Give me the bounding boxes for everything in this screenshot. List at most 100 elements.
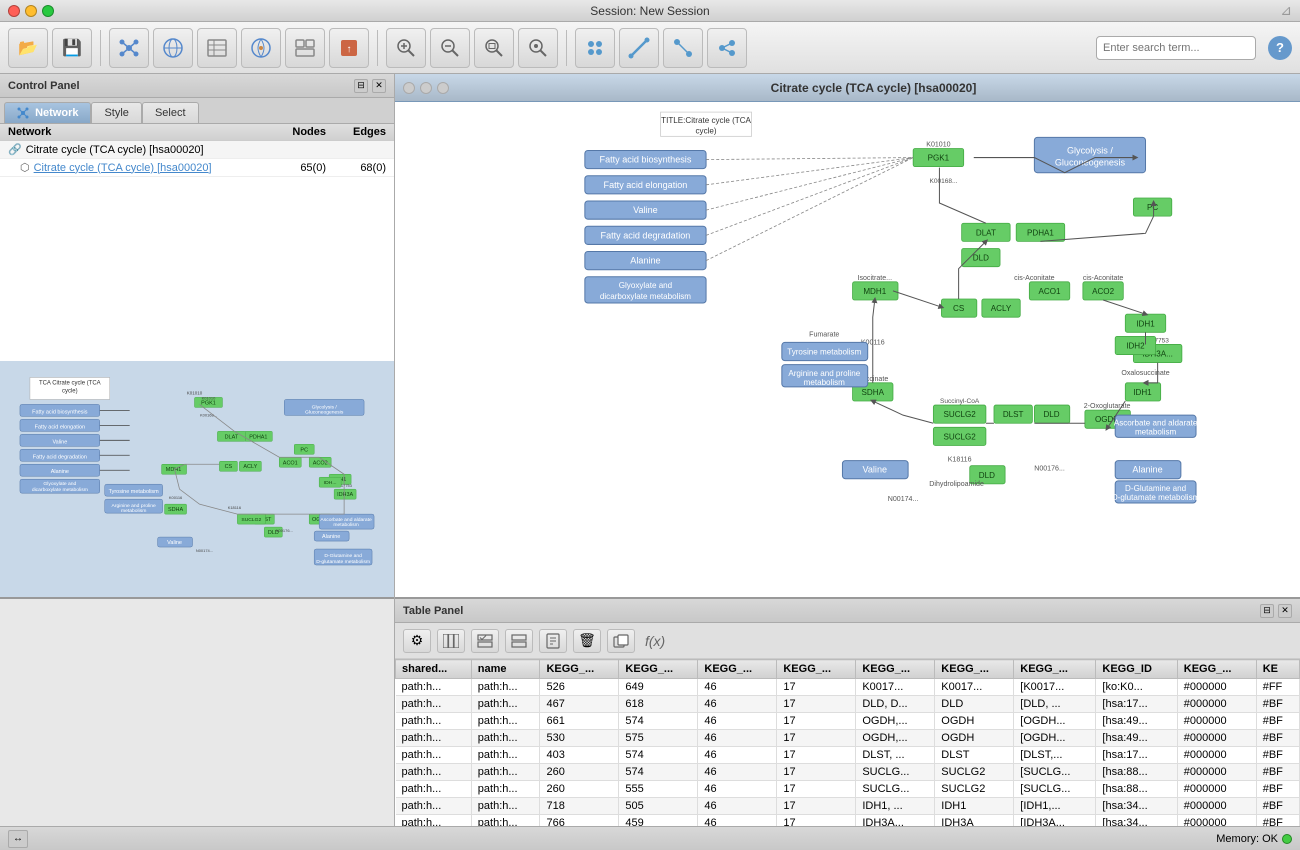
layout-button[interactable] xyxy=(285,28,325,68)
status-left-btn[interactable]: ↔ xyxy=(8,830,28,848)
svg-text:SDHA: SDHA xyxy=(862,388,885,397)
svg-text:Valine: Valine xyxy=(633,205,658,215)
table-deselect-btn[interactable] xyxy=(505,629,533,653)
network-canvas[interactable]: TITLE:Citrate cycle (TCA cycle) Glycolys… xyxy=(395,102,1300,597)
col-kegg5[interactable]: KEGG_... xyxy=(856,660,935,679)
table-cell: 46 xyxy=(698,781,777,798)
select-edges-btn[interactable] xyxy=(619,28,659,68)
table-cell: path:h... xyxy=(396,713,472,730)
table-cell: #000000 xyxy=(1177,696,1256,713)
table-wrapper[interactable]: shared... name KEGG_... KEGG_... KEGG_..… xyxy=(395,659,1300,826)
zoom-fit-button[interactable] xyxy=(474,28,514,68)
window-buttons[interactable] xyxy=(8,5,54,17)
tab-network[interactable]: Network xyxy=(4,102,91,123)
col-nodes-header: Nodes xyxy=(266,126,326,138)
table-settings-btn[interactable]: ⚙ xyxy=(403,629,431,653)
table-cell: 17 xyxy=(777,747,856,764)
mini-network[interactable]: TCA Citrate cycle (TCA cycle) Fatty acid… xyxy=(0,361,394,597)
table-cell: path:h... xyxy=(396,764,472,781)
table-cell: [IDH1,... xyxy=(1014,798,1096,815)
tab-style[interactable]: Style xyxy=(91,102,141,123)
col-kegg-id[interactable]: KEGG_ID xyxy=(1096,660,1177,679)
svg-text:SUCLG2: SUCLG2 xyxy=(943,432,976,441)
table-cell: [hsa:34... xyxy=(1096,798,1177,815)
col-kegg2[interactable]: KEGG_... xyxy=(619,660,698,679)
tab-select[interactable]: Select xyxy=(142,102,199,123)
col-name[interactable]: name xyxy=(471,660,540,679)
col-shared[interactable]: shared... xyxy=(396,660,472,679)
table-panel-minimize-btn[interactable]: ⊟ xyxy=(1260,604,1274,618)
table-cell: 17 xyxy=(777,679,856,696)
svg-text:K00116: K00116 xyxy=(169,495,183,500)
table-cell: 17 xyxy=(777,781,856,798)
zoom-full-button[interactable] xyxy=(518,28,558,68)
select-nodes-btn[interactable] xyxy=(575,28,615,68)
col-kegg6[interactable]: KEGG_... xyxy=(935,660,1014,679)
table-select-btn[interactable] xyxy=(471,629,499,653)
save-button[interactable]: 💾 xyxy=(52,28,92,68)
tab-network-label: Network xyxy=(35,107,78,119)
network-item-name[interactable]: Citrate cycle (TCA cycle) [hsa00020] xyxy=(34,162,266,174)
close-button[interactable] xyxy=(8,5,20,17)
search-input[interactable] xyxy=(1096,36,1256,60)
col-kegg1[interactable]: KEGG_... xyxy=(540,660,619,679)
select-both-btn[interactable] xyxy=(663,28,703,68)
svg-text:K00168...: K00168... xyxy=(200,412,217,417)
control-panel: Control Panel ⊟ ✕ Network Style xyxy=(0,74,394,599)
table-cell: DLD xyxy=(935,696,1014,713)
col-kegg7[interactable]: KEGG_... xyxy=(1014,660,1096,679)
main-toolbar: 📂 💾 ↑ ? xyxy=(0,22,1300,74)
svg-text:PC: PC xyxy=(300,447,308,453)
table-cell: #BF xyxy=(1256,815,1299,827)
table-delete-btn[interactable]: 🗑 xyxy=(573,629,601,653)
table-columns-btn[interactable] xyxy=(437,629,465,653)
table-cell: 766 xyxy=(540,815,619,827)
help-button[interactable]: ? xyxy=(1268,36,1292,60)
globe2-button[interactable] xyxy=(241,28,281,68)
svg-text:IDH...: IDH... xyxy=(324,480,337,486)
globe-button[interactable] xyxy=(153,28,193,68)
zoom-out-button[interactable] xyxy=(430,28,470,68)
svg-text:N00174...: N00174... xyxy=(888,496,919,503)
open-button[interactable]: 📂 xyxy=(8,28,48,68)
table-new-btn[interactable] xyxy=(539,629,567,653)
panel-minimize-btn[interactable]: ⊟ xyxy=(354,79,368,93)
table-cell: K0017... xyxy=(935,679,1014,696)
table-cell: path:h... xyxy=(471,730,540,747)
table-cell: #BF xyxy=(1256,730,1299,747)
panel-close-btn[interactable]: ✕ xyxy=(372,79,386,93)
resize-handle[interactable]: ⊿ xyxy=(1280,2,1292,19)
col-ke[interactable]: KE xyxy=(1256,660,1299,679)
network-item[interactable]: ⬡ Citrate cycle (TCA cycle) [hsa00020] 6… xyxy=(0,159,394,177)
table-cell: path:h... xyxy=(396,815,472,827)
table-cell: #BF xyxy=(1256,696,1299,713)
table-panel-title: Table Panel xyxy=(403,605,463,617)
table-cell: #000000 xyxy=(1177,713,1256,730)
table-cell: 661 xyxy=(540,713,619,730)
table-cell: #000000 xyxy=(1177,679,1256,696)
status-bar: ↔ Memory: OK xyxy=(0,826,1300,850)
network-button[interactable] xyxy=(109,28,149,68)
zoom-in-button[interactable] xyxy=(386,28,426,68)
col-kegg8[interactable]: KEGG_... xyxy=(1177,660,1256,679)
network-group: 🔗 Citrate cycle (TCA cycle) [hsa00020] xyxy=(0,141,394,159)
col-kegg4[interactable]: KEGG_... xyxy=(777,660,856,679)
table-panel-close-btn[interactable]: ✕ xyxy=(1278,604,1292,618)
network-view-title: Citrate cycle (TCA cycle) [hsa00020] xyxy=(455,81,1292,95)
table-cell: path:h... xyxy=(471,679,540,696)
table-cell: IDH1 xyxy=(935,798,1014,815)
right-panel: Citrate cycle (TCA cycle) [hsa00020] TIT… xyxy=(395,74,1300,826)
table-button[interactable] xyxy=(197,28,237,68)
import-button[interactable]: ↑ xyxy=(329,28,369,68)
table-cell: OGDH,... xyxy=(856,730,935,747)
maximize-button[interactable] xyxy=(42,5,54,17)
table-cell: path:h... xyxy=(396,798,472,815)
table-copy-btn[interactable] xyxy=(607,629,635,653)
table-panel-controls: ⊟ ✕ xyxy=(1260,604,1292,618)
deselect-btn[interactable] xyxy=(707,28,747,68)
minimize-button[interactable] xyxy=(25,5,37,17)
svg-text:CS: CS xyxy=(225,464,233,470)
table-cell: [hsa:49... xyxy=(1096,713,1177,730)
network-view: Citrate cycle (TCA cycle) [hsa00020] TIT… xyxy=(395,74,1300,599)
col-kegg3[interactable]: KEGG_... xyxy=(698,660,777,679)
